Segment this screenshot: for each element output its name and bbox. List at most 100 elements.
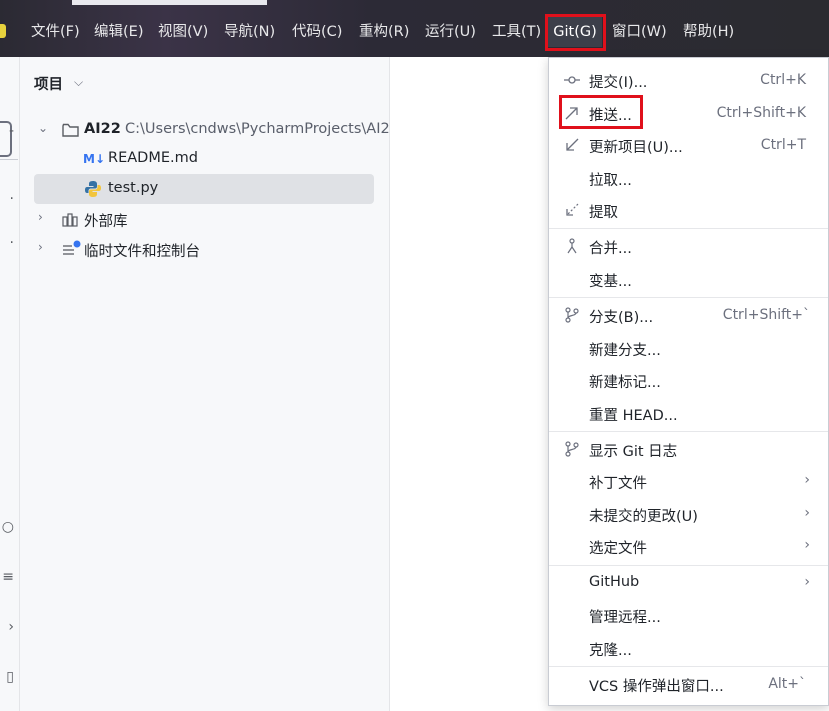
menu-code[interactable]: 代码(C) [292,20,342,44]
chevron-right-icon[interactable]: › [38,210,43,224]
chevron-down-icon[interactable]: ⌵ [74,75,83,90]
chevron-right-icon: › [804,472,810,488]
menu-item-selected-files[interactable]: 选定文件 › [549,532,828,562]
menu-window[interactable]: 窗口(W) [612,20,667,44]
menu-item-rebase[interactable]: 变基... [549,265,828,295]
menu-item-clone[interactable]: 克隆... [549,634,828,664]
menu-item-show-git-log[interactable]: 显示 Git 日志 [549,435,828,465]
menu-item-label: 提交(I)... [589,75,648,91]
menu-item-new-branch[interactable]: 新建分支... [549,334,828,364]
menu-item-commit[interactable]: 提交(I)... Ctrl+K [549,66,828,96]
menu-item-label: 分支(B)... [589,310,654,326]
chevron-right-icon[interactable]: › [38,240,43,254]
menu-item-branches[interactable]: 分支(B)... Ctrl+Shift+` [549,301,828,331]
menu-item-label: 提取 [589,205,618,221]
menu-item-github[interactable]: GitHub › [549,569,828,599]
menu-item-new-tag[interactable]: 新建标记... [549,366,828,396]
branch-icon [565,307,579,323]
git-log-icon [565,441,579,457]
menu-edit[interactable]: 编辑(E) [94,20,143,44]
menu-separator [549,666,828,667]
panel-title[interactable]: 项目 [34,73,63,94]
project-name: AI22 [84,121,121,137]
menu-item-update-project[interactable]: 更新项目(U)... Ctrl+T [549,131,828,161]
tree-row-external-libraries[interactable]: › 外部库 [20,204,389,234]
menu-separator [549,297,828,298]
menu-item-pull[interactable]: 拉取... [549,164,828,194]
editor-tab-strip [72,0,267,5]
main-menubar: 文件(F) 编辑(E) 视图(V) 导航(N) 代码(C) 重构(R) 运行(U… [0,0,829,57]
menu-separator [549,228,828,229]
git-menu-highlight-box [545,14,606,51]
menu-item-label: 管理远程... [589,610,661,626]
shortcut-label: Ctrl+T [760,137,806,153]
project-panel: 项目 ⌵ ⌄ AI22 C:\Users\cndws\PycharmProjec… [20,57,390,711]
tree-row-root[interactable]: ⌄ AI22 C:\Users\cndws\PycharmProjects\AI… [20,115,390,145]
menu-separator [549,565,828,566]
menu-item-label: 未提交的更改(U) [589,509,698,525]
left-tool-strip: - · · ○ ≡ › ▯ [0,57,20,711]
fetch-arrow-icon [566,203,579,216]
menu-navigate[interactable]: 导航(N) [224,20,275,44]
tree-row-scratches[interactable]: › 临时文件和控制台 [20,234,389,264]
menu-item-label: 克隆... [589,643,632,659]
push-highlight-box [559,95,643,129]
chevron-right-icon: › [804,574,810,590]
menu-item-label: 新建标记... [589,375,661,391]
menu-item-label: VCS 操作弹出窗口... [589,679,724,695]
structure-tool-icon[interactable]: · [0,191,14,207]
python-packages-icon[interactable]: ○ [0,519,14,535]
menu-item-label: 新建分支... [589,343,661,359]
menu-item-label: GitHub [589,574,640,590]
menu-item-vcs-popup[interactable]: VCS 操作弹出窗口... Alt+` [549,670,828,700]
menu-refactor[interactable]: 重构(R) [359,20,409,44]
file-name: test.py [108,180,159,196]
tree-row-readme[interactable]: M↓ README.md [20,144,389,174]
shortcut-label: Ctrl+Shift+K [716,105,806,121]
chevron-right-icon: › [804,537,810,553]
shortcut-label: Ctrl+K [760,72,806,88]
tree-row-test-py[interactable]: test.py [34,174,374,204]
menu-item-patch[interactable]: 补丁文件 › [549,467,828,497]
menu-file[interactable]: 文件(F) [31,20,80,44]
menu-item-reset-head[interactable]: 重置 HEAD... [549,399,828,429]
menu-help[interactable]: 帮助(H) [683,20,734,44]
layers-icon[interactable]: ≡ [0,569,14,585]
menu-item-label: 变基... [589,274,632,290]
menu-item-label: 合并... [589,241,632,257]
commit-tool-icon[interactable]: - [0,123,14,139]
git-dropdown-menu: 提交(I)... Ctrl+K 推送... Ctrl+Shift+K 更新项目(… [548,57,829,706]
menu-item-label: 更新项目(U)... [589,140,683,156]
chevron-down-icon[interactable]: ⌄ [38,121,48,135]
file-name: README.md [108,150,198,166]
folder-icon [62,123,79,137]
menu-tools[interactable]: 工具(T) [492,20,541,44]
tool-divider [0,159,18,160]
menu-item-label: 显示 Git 日志 [589,444,678,460]
menu-item-label: 选定文件 [589,541,647,557]
menu-run[interactable]: 运行(U) [425,20,476,44]
merge-icon [567,238,577,254]
more-tool-icon[interactable]: · [0,235,14,251]
menu-item-merge[interactable]: 合并... [549,232,828,262]
menu-view[interactable]: 视图(V) [158,20,208,44]
markdown-icon: M↓ [83,152,105,166]
python-file-icon [85,181,101,197]
chevron-right-icon: › [804,505,810,521]
external-libraries-label: 外部库 [84,214,128,230]
scratches-label: 临时文件和控制台 [84,244,200,260]
library-icon [62,213,78,227]
menu-item-fetch[interactable]: 提取 [549,196,828,226]
terminal-icon[interactable]: ▯ [0,669,14,685]
services-icon[interactable]: › [0,619,14,635]
shortcut-label: Alt+` [768,676,806,692]
menu-item-label: 补丁文件 [589,476,647,492]
menu-item-manage-remotes[interactable]: 管理远程... [549,601,828,631]
menu-separator [549,431,828,432]
app-logo-icon [0,24,6,38]
menu-item-label: 拉取... [589,173,632,189]
shortcut-label: Ctrl+Shift+` [722,307,810,323]
menu-item-uncommitted-changes[interactable]: 未提交的更改(U) › [549,500,828,530]
project-path: C:\Users\cndws\PycharmProjects\AI2 [125,121,390,137]
update-arrow-icon [566,138,579,151]
